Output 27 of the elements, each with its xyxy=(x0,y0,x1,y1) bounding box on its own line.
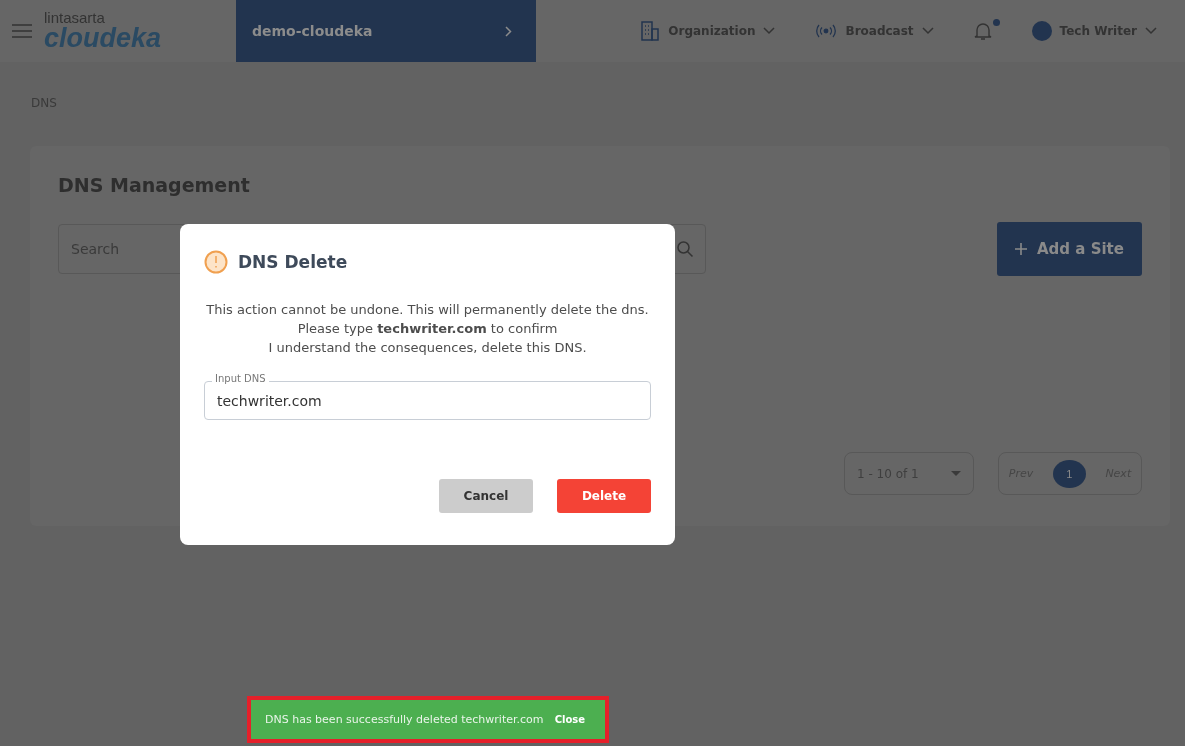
menu-icon[interactable] xyxy=(12,24,32,38)
card-title: DNS Management xyxy=(58,174,251,196)
warning-icon xyxy=(204,250,228,274)
close-button[interactable]: Close xyxy=(554,714,585,725)
broadcast-icon xyxy=(815,23,838,39)
bell-icon xyxy=(973,21,992,41)
cancel-button[interactable]: Cancel xyxy=(439,479,533,513)
add-site-button[interactable]: Add a Site xyxy=(997,222,1142,276)
dialog-message: This action cannot be undone. This will permanently delete the dns. xyxy=(205,301,650,319)
avatar xyxy=(1031,21,1052,41)
dialog-message: Please type techwriter.com to confirm xyxy=(296,320,559,338)
caret-icon xyxy=(951,471,961,476)
chevron-down-icon xyxy=(1145,27,1157,35)
chevron-right-icon xyxy=(505,25,512,37)
project-selector[interactable]: demo-cloudeka xyxy=(236,0,536,62)
dialog-message: I understand the consequences, delete this DNS. xyxy=(267,339,588,357)
building-icon xyxy=(640,21,661,41)
search-icon xyxy=(676,240,694,258)
brand-logo: cloudeka xyxy=(44,25,162,52)
chevron-down-icon xyxy=(763,27,776,35)
plus-icon xyxy=(1015,243,1027,255)
dialog-title: DNS Delete xyxy=(238,252,348,272)
page-number[interactable]: 1 xyxy=(1052,459,1086,488)
delete-button[interactable]: Delete xyxy=(557,479,651,513)
chevron-down-icon xyxy=(921,27,934,35)
field-label: Input DNS xyxy=(212,373,269,384)
toast-message: DNS has been successfully deleted techwriter.com xyxy=(265,713,544,726)
